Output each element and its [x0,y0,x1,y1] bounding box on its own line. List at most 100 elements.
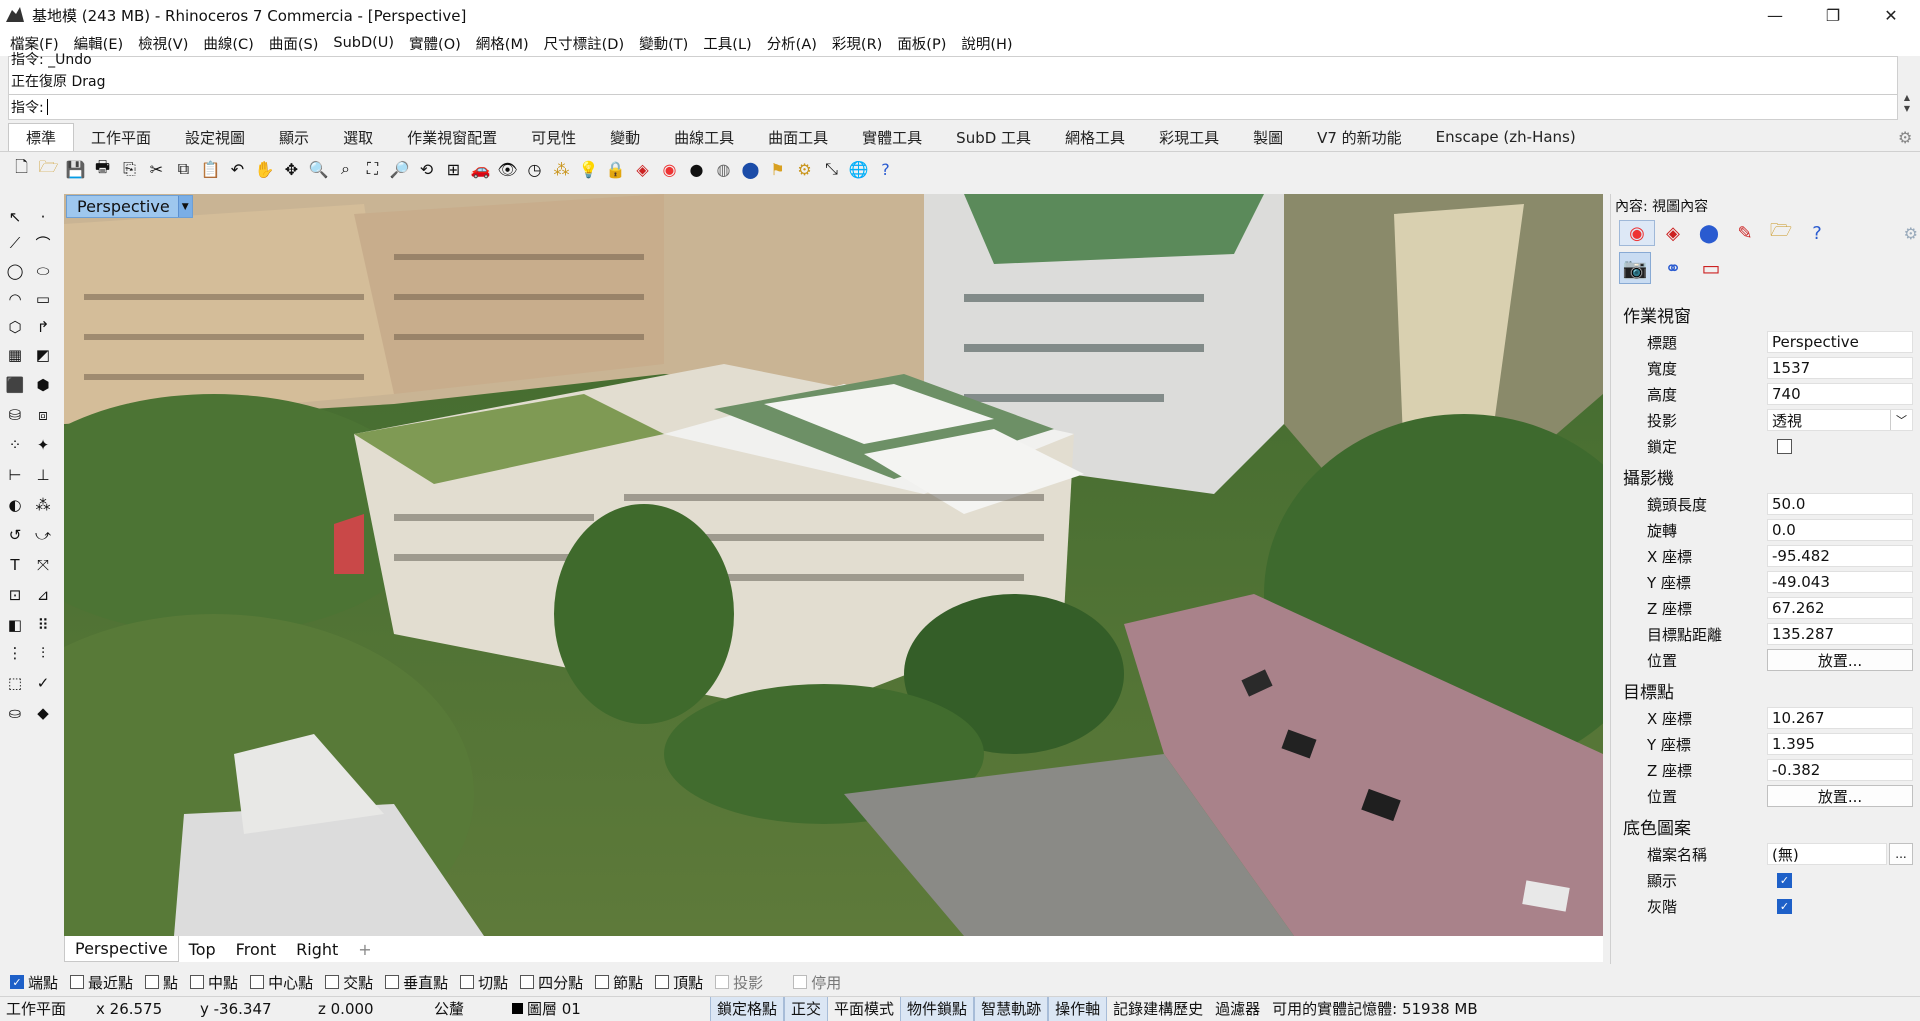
tab-subd-tools[interactable]: SubD 工具 [939,123,1048,151]
menu-subd[interactable]: SubD(U) [333,35,394,51]
point-icon[interactable]: · [30,204,56,230]
status-filter[interactable]: 過濾器 [1209,997,1266,1021]
libraries-tab-icon[interactable]: 🗁 [1763,220,1799,246]
fillet-curve-icon[interactable]: ↱ [30,314,56,340]
properties-tab-icon[interactable]: ◉ [1619,220,1655,246]
surface-icon[interactable]: ▦ [2,342,28,368]
menu-dimension[interactable]: 尺寸標註(D) [544,33,624,54]
locked-checkbox[interactable] [1777,438,1792,454]
status-planar[interactable]: 平面模式 [828,997,900,1021]
lens-length-field[interactable]: 50.0 [1767,493,1913,515]
undo-view-icon[interactable]: ⟲ [413,156,440,183]
array-icon[interactable]: ⋮ [2,640,28,666]
checkbox[interactable] [250,975,265,989]
mesh-icon[interactable]: ⁘ [2,432,28,458]
light-bulb-icon[interactable]: 💡 [575,156,602,183]
polygon-icon[interactable]: ⬡ [2,314,28,340]
chevron-down-icon[interactable]: ﹀ [1890,410,1912,430]
viewport-title[interactable]: Perspective ▼ [66,195,193,218]
rotation-field[interactable]: 0.0 [1767,519,1913,541]
arc-icon[interactable]: ◠ [2,286,28,312]
camera-icon[interactable]: 📷 [1619,252,1651,284]
undo-icon[interactable]: ↶ [224,156,251,183]
checkbox[interactable] [520,975,535,989]
tab-visibility[interactable]: 可見性 [514,123,593,151]
sphere-icon[interactable]: ⬢ [30,372,56,398]
tab-select[interactable]: 選取 [326,123,390,151]
menu-mesh[interactable]: 網格(M) [476,33,529,54]
status-units[interactable]: 公釐 [416,997,506,1021]
zoom-selected-icon[interactable]: 🔎 [386,156,413,183]
text-object-icon[interactable]: T [2,552,28,578]
osnap-disable[interactable]: 停用 [793,972,841,993]
perspective-viewport[interactable]: Perspective ▼ [64,194,1603,936]
tab-curve-tools[interactable]: 曲線工具 [657,123,751,151]
tab-mesh-tools[interactable]: 網格工具 [1048,123,1142,151]
command-prompt[interactable]: 指令: [9,94,1897,118]
panel-gear-icon[interactable]: ⚙ [1904,224,1918,243]
align-icon[interactable]: ⫶ [30,640,56,666]
four-viewports-icon[interactable]: ⊞ [440,156,467,183]
menu-view[interactable]: 檢視(V) [138,33,188,54]
wallpaper-filename-field[interactable]: (無) [1767,843,1887,865]
menu-panels[interactable]: 面板(P) [897,33,946,54]
osnap-near[interactable]: 最近點 [70,972,133,993]
render-preview-icon[interactable]: 👁 [494,156,521,183]
color-wheel-icon[interactable]: ◉ [656,156,683,183]
camera-x-field[interactable]: -95.482 [1767,545,1913,567]
menu-surface[interactable]: 曲面(S) [269,33,319,54]
viewport-frame-icon[interactable]: ▭ [1695,252,1727,284]
ellipse-icon[interactable]: ⬭ [30,258,56,284]
render-sphere-icon[interactable]: ⬤ [737,156,764,183]
menu-analyze[interactable]: 分析(A) [767,33,817,54]
car-icon[interactable]: 🚗 [467,156,494,183]
cut-icon[interactable]: ✂ [143,156,170,183]
status-cplane[interactable]: 工作平面 [0,997,74,1021]
osnap-mid[interactable]: 中點 [190,972,238,993]
menu-transform[interactable]: 變動(T) [639,33,688,54]
help-tab-icon[interactable]: ? [1799,220,1835,246]
tab-surface-tools[interactable]: 曲面工具 [751,123,845,151]
osnap-tan[interactable]: 切點 [460,972,508,993]
width-field[interactable]: 1537 [1767,357,1913,379]
viewport-tab-perspective[interactable]: Perspective [64,936,179,962]
browse-button[interactable]: ... [1889,843,1913,865]
zoom-extents-icon[interactable]: ⛶ [359,156,386,183]
status-grid-snap[interactable]: 鎖定格點 [710,996,785,1021]
options-gear-icon[interactable]: ⚙ [791,156,818,183]
add-viewport-tab-icon[interactable]: + [348,936,381,962]
zoom-window-icon[interactable]: ⌕ [332,156,359,183]
render-tab-icon[interactable]: ⬤ [1691,220,1727,246]
trim-icon[interactable]: ↺ [2,522,28,548]
status-osnap[interactable]: 物件鎖點 [900,996,975,1021]
dimension-tool-icon[interactable]: ⊢ [2,462,28,488]
zoom-icon[interactable]: 🔍 [305,156,332,183]
osnap-int[interactable]: 交點 [325,972,373,993]
checkbox-checked[interactable]: ✓ [10,975,24,989]
cylinder-icon[interactable]: ⛁ [2,402,28,428]
rectangle-icon[interactable]: ▭ [30,286,56,312]
command-scroll-arrows[interactable]: ▲ ▼ [1899,92,1915,118]
circle-icon[interactable]: ◯ [2,258,28,284]
named-views-icon[interactable]: ⚭ [1657,252,1689,284]
group-icon[interactable]: ⊡ [2,582,28,608]
tab-render-tools[interactable]: 彩現工具 [1142,123,1236,151]
menu-render[interactable]: 彩現(R) [832,33,882,54]
analyze-icon[interactable]: ⬚ [2,670,28,696]
target-y-field[interactable]: 1.395 [1767,733,1913,755]
menu-tools[interactable]: 工具(L) [703,33,751,54]
osnap-knot[interactable]: 節點 [595,972,643,993]
menu-help[interactable]: 說明(H) [961,33,1012,54]
edit-points-icon[interactable]: ⊿ [30,582,56,608]
osnap-perp[interactable]: 垂直點 [385,972,448,993]
viewport-tab-front[interactable]: Front [226,936,286,962]
tab-viewport-layout[interactable]: 作業視窗配置 [390,123,514,151]
osnap-end[interactable]: ✓ 端點 [10,972,58,993]
tab-display[interactable]: 顯示 [262,123,326,151]
checkbox[interactable] [325,975,340,989]
checkbox[interactable] [70,975,85,989]
status-ortho[interactable]: 正交 [784,996,829,1021]
check-icon[interactable]: ✓ [30,670,56,696]
rotate-view-icon[interactable]: ✥ [278,156,305,183]
gear-icon[interactable]: ⚙ [1898,128,1916,147]
